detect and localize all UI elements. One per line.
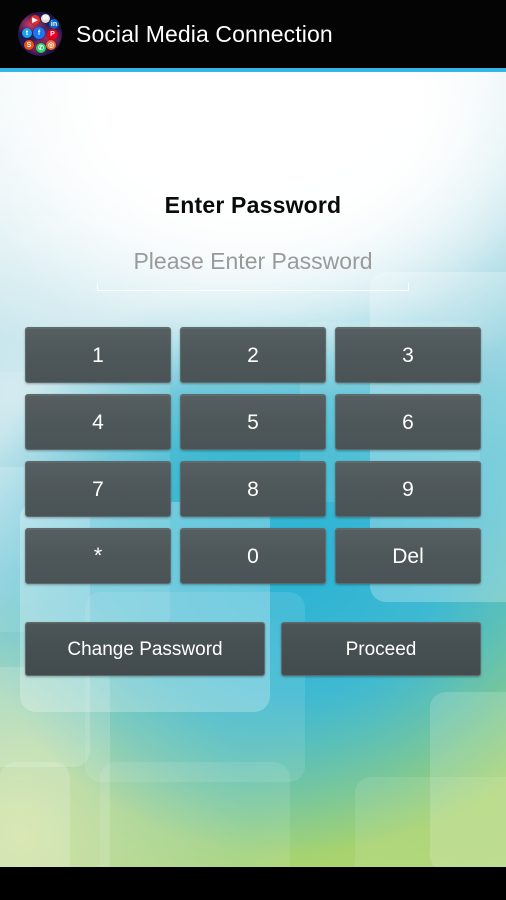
key-delete[interactable]: Del [335, 528, 481, 584]
content-area: Enter Password 1 2 3 4 5 6 7 8 9 * 0 Del [0, 72, 506, 867]
numeric-keypad: 1 2 3 4 5 6 7 8 9 * 0 Del [25, 327, 481, 584]
key-2[interactable]: 2 [180, 327, 326, 383]
key-star[interactable]: * [25, 528, 171, 584]
key-3[interactable]: 3 [335, 327, 481, 383]
youtube-badge: ▶ [30, 15, 40, 25]
key-5[interactable]: 5 [180, 394, 326, 450]
key-8[interactable]: 8 [180, 461, 326, 517]
twitter-badge: t [22, 28, 32, 38]
app-title: Social Media Connection [76, 20, 333, 47]
social-media-globe-icon: ▶ ✉ in t f P S ✆ ◎ [18, 12, 62, 56]
facebook-badge: f [33, 27, 45, 39]
linkedin-badge: in [49, 19, 59, 29]
password-input-underline [97, 283, 409, 291]
password-field-wrapper [97, 248, 409, 291]
action-bar-accent-line [0, 68, 506, 72]
change-password-button[interactable]: Change Password [25, 622, 265, 676]
whatsapp-badge: ✆ [36, 43, 46, 53]
instagram-badge: ◎ [46, 40, 56, 50]
key-0[interactable]: 0 [180, 528, 326, 584]
password-input[interactable] [97, 248, 409, 283]
key-7[interactable]: 7 [25, 461, 171, 517]
app-screen: ▶ ✉ in t f P S ✆ ◎ Social Media Connecti… [0, 0, 506, 900]
pinterest-badge: P [47, 29, 58, 40]
skype-badge: S [24, 40, 34, 50]
action-bar: ▶ ✉ in t f P S ✆ ◎ Social Media Connecti… [0, 0, 506, 68]
action-button-row: Change Password Proceed [25, 622, 481, 676]
key-4[interactable]: 4 [25, 394, 171, 450]
password-panel: Enter Password 1 2 3 4 5 6 7 8 9 * 0 Del [0, 72, 506, 867]
page-title: Enter Password [164, 192, 342, 218]
system-navigation-bar [0, 867, 506, 900]
key-1[interactable]: 1 [25, 327, 171, 383]
proceed-button[interactable]: Proceed [281, 622, 481, 676]
key-6[interactable]: 6 [335, 394, 481, 450]
key-9[interactable]: 9 [335, 461, 481, 517]
